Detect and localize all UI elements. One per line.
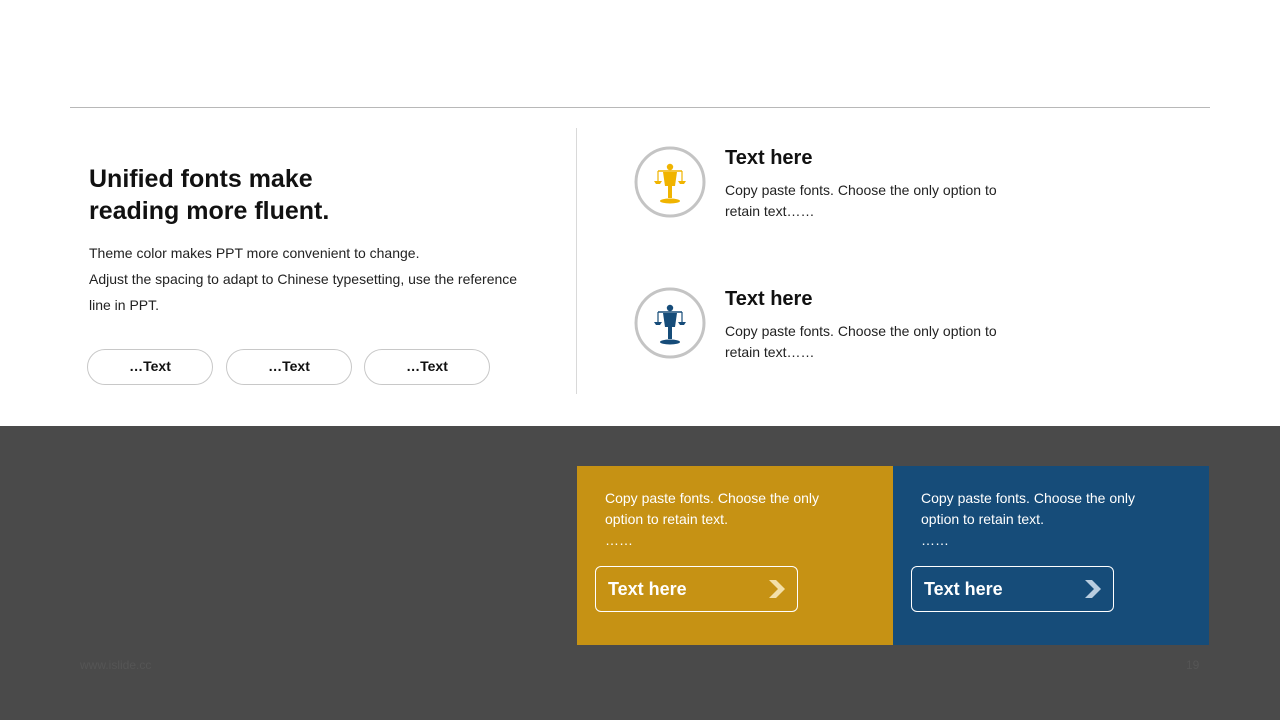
chevron-right-icon — [769, 580, 785, 598]
headline: Unified fonts make reading more fluent. — [89, 163, 389, 227]
gold-card: Copy paste fonts. Choose the only option… — [577, 466, 893, 645]
card-ellipsis-gold: …… — [605, 532, 633, 548]
justice-scales-icon — [634, 146, 706, 218]
card-text-blue: Copy paste fonts. Choose the only option… — [921, 490, 1136, 527]
feature-desc-2: Copy paste fonts. Choose the only option… — [725, 323, 997, 360]
text-pill-button-1[interactable]: …Text — [87, 349, 213, 385]
blue-card-button-label: Text here — [924, 579, 1003, 599]
chevron-right-icon — [1085, 580, 1101, 598]
gold-card-button-label: Text here — [608, 579, 687, 599]
text-pill-button-2[interactable]: …Text — [226, 349, 352, 385]
page-number: 19 — [1186, 658, 1200, 672]
text-pill-button-3[interactable]: …Text — [364, 349, 490, 385]
feature-title-1: Text here — [725, 147, 813, 169]
gold-card-button[interactable]: Text here — [595, 566, 798, 612]
body-text: Theme color makes PPT more convenient to… — [89, 240, 536, 318]
headline-line-2: reading more fluent. — [89, 197, 330, 225]
vertical-divider — [576, 128, 577, 394]
card-text-gold: Copy paste fonts. Choose the only option… — [605, 490, 820, 527]
body-line-2: Adjust the spacing to adapt to Chinese t… — [89, 271, 518, 313]
feature-title-2: Text here — [725, 288, 813, 310]
blue-card-button[interactable]: Text here — [911, 566, 1114, 612]
feature-desc-1: Copy paste fonts. Choose the only option… — [725, 182, 997, 219]
card-ellipsis-blue: …… — [921, 532, 949, 548]
body-line-1: Theme color makes PPT more convenient to… — [89, 245, 420, 261]
headline-line-1: Unified fonts make — [89, 165, 313, 193]
blue-card: Copy paste fonts. Choose the only option… — [893, 466, 1209, 645]
footer-url: www.islide.cc — [80, 658, 152, 672]
top-rule — [70, 107, 1210, 108]
justice-scales-icon — [634, 287, 706, 359]
